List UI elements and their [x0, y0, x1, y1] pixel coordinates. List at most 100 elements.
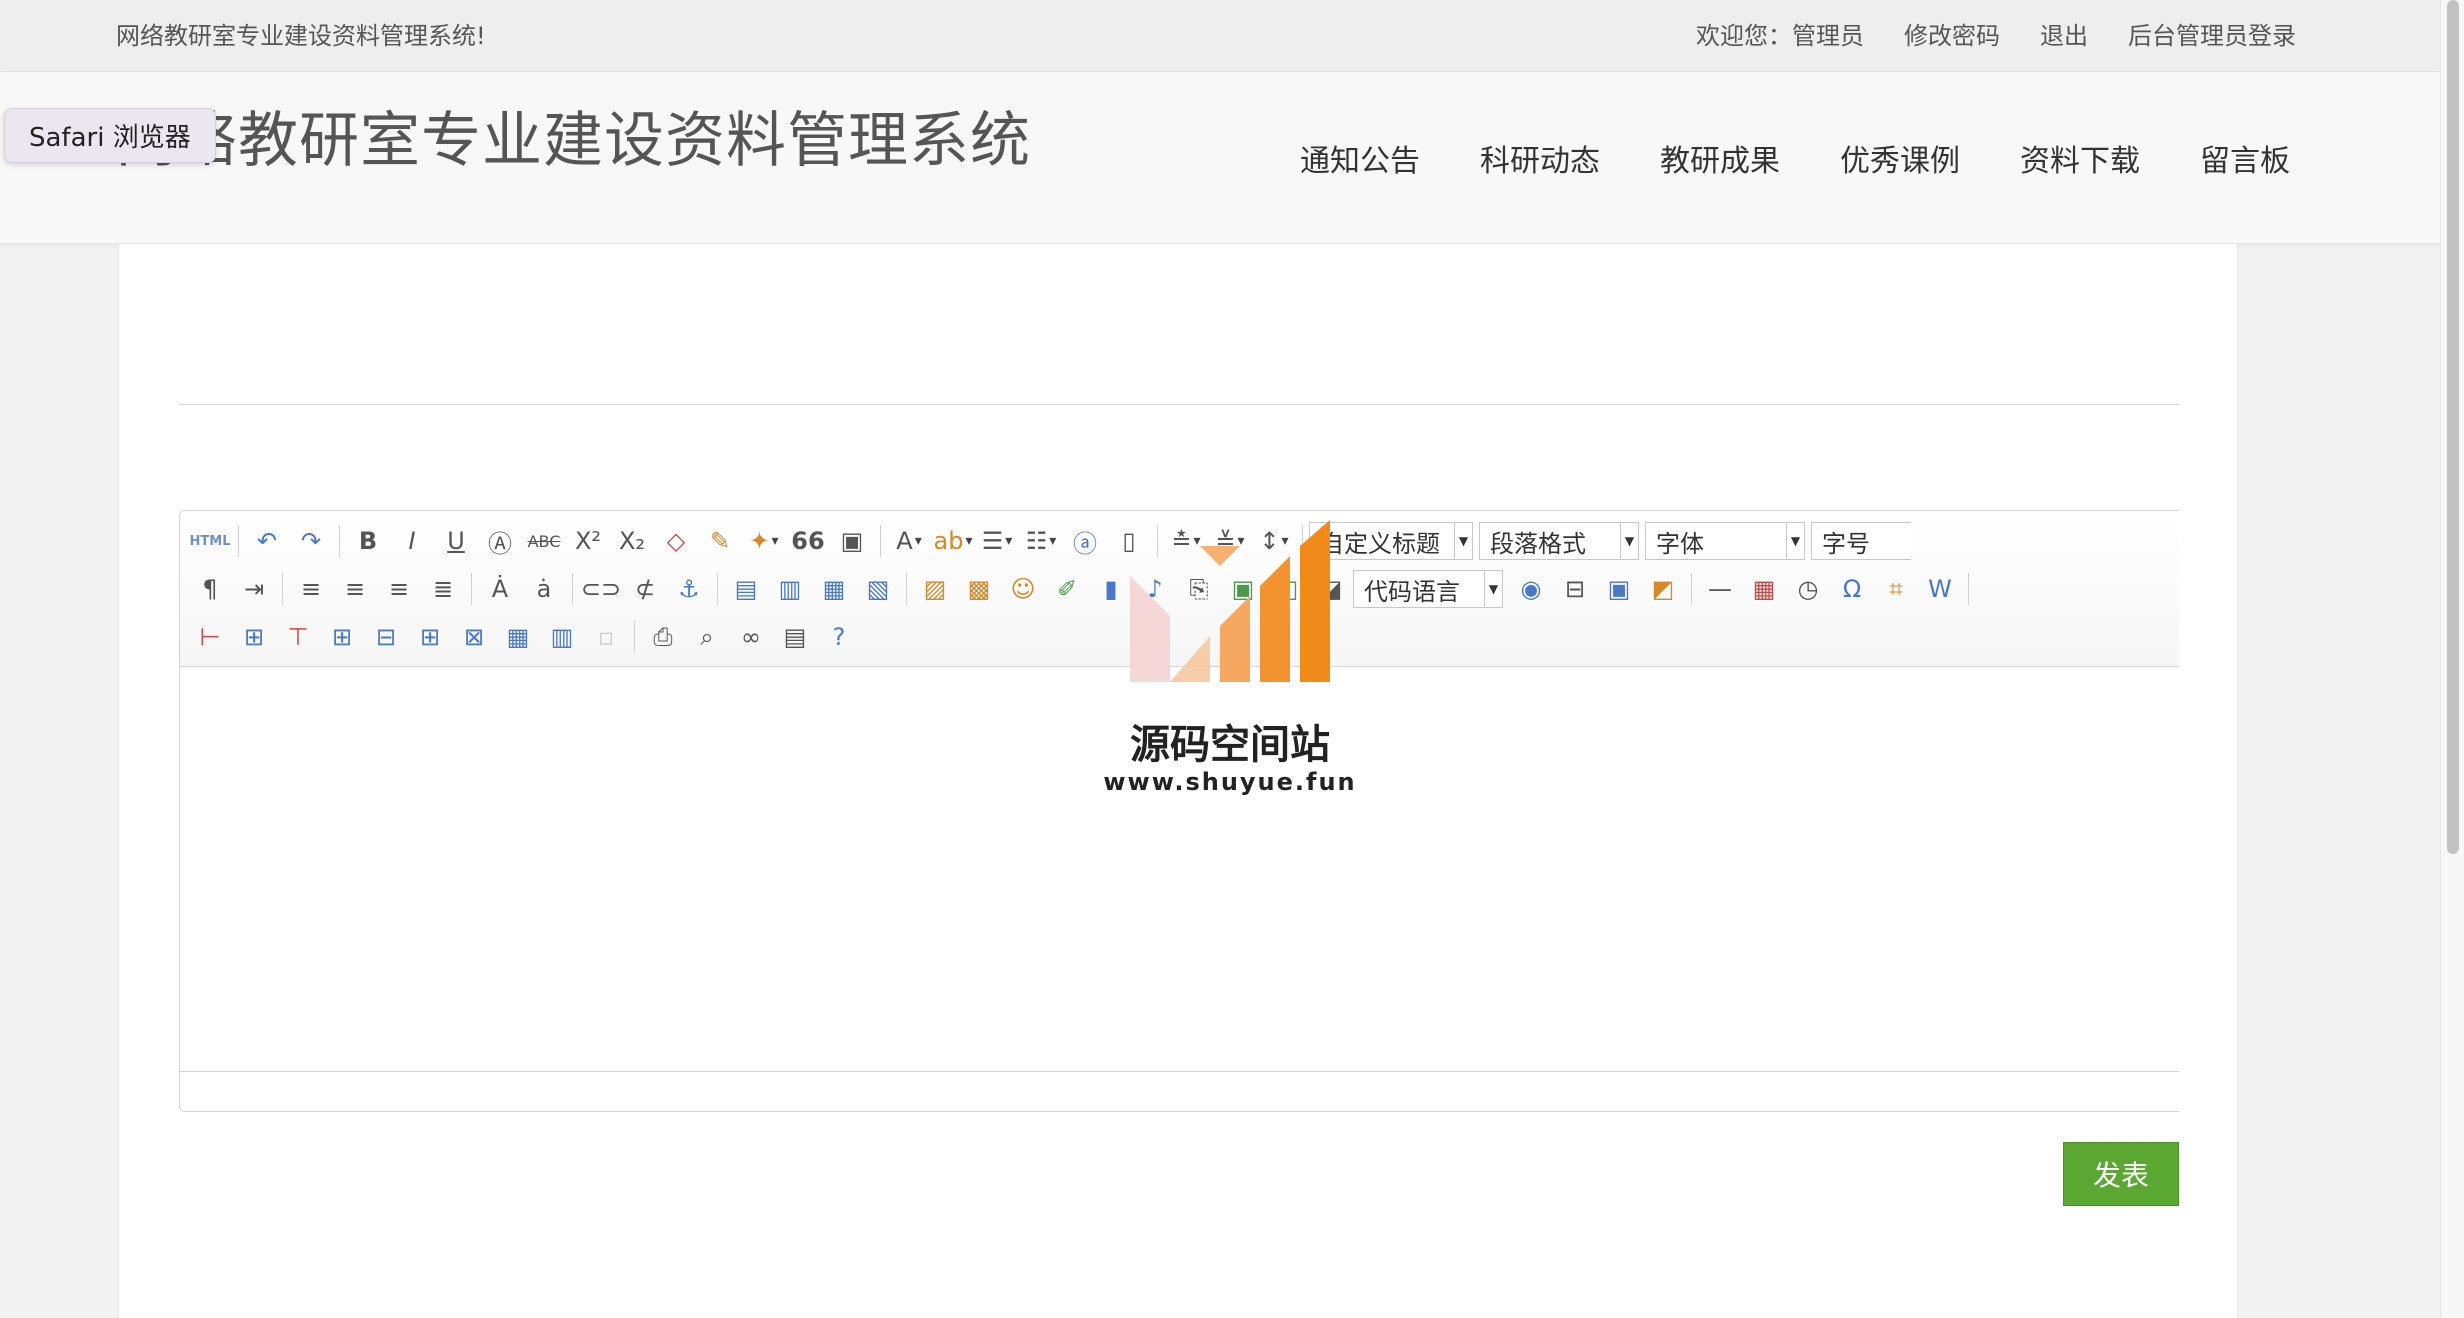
superscript-icon[interactable]: X² [566, 521, 610, 561]
image-center-icon[interactable]: ▧ [856, 569, 900, 609]
toolbar-separator [717, 573, 718, 605]
change-password-link[interactable]: 修改密码 [1904, 16, 2000, 51]
welcome-user-link[interactable]: 欢迎您：管理员 [1696, 16, 1864, 51]
nav-item-teaching-results[interactable]: 教研成果 [1660, 136, 1780, 180]
font-border-icon[interactable]: Ⓐ [478, 521, 522, 561]
insert-video-icon[interactable]: ▮ [1089, 569, 1133, 609]
paragraph-format-select[interactable]: 段落格式 ▼ [1479, 522, 1639, 560]
image-none-icon[interactable]: ▤ [724, 569, 768, 609]
row-spacing-top-icon[interactable]: ≛ [1164, 521, 1208, 561]
row-spacing-bottom-icon[interactable]: ≚ [1208, 521, 1252, 561]
print-icon[interactable]: ⎙ [641, 617, 685, 657]
background-color-icon[interactable]: ab [931, 521, 975, 561]
html-source-button[interactable]: HTML [188, 521, 232, 561]
emotion-icon[interactable]: ☺ [1001, 569, 1045, 609]
delete-table-icon[interactable]: ⊞ [232, 617, 276, 657]
image-right-icon[interactable]: ▦ [812, 569, 856, 609]
background-icon[interactable]: ◩ [1641, 569, 1685, 609]
unordered-list-icon[interactable]: ☷ [1019, 521, 1063, 561]
nav-item-excellent-lessons[interactable]: 优秀课例 [1840, 136, 1960, 180]
scrawl-icon[interactable]: ✐ [1045, 569, 1089, 609]
align-left-icon[interactable]: ≡ [289, 569, 333, 609]
ordered-list-icon[interactable]: ☰ [975, 521, 1019, 561]
simple-upload-icon[interactable]: ▨ [913, 569, 957, 609]
special-chars-icon[interactable]: Ω [1830, 569, 1874, 609]
nav-item-research-news[interactable]: 科研动态 [1480, 136, 1600, 180]
template-icon[interactable]: ▣ [1597, 569, 1641, 609]
gmap-icon[interactable]: ◫ [1265, 569, 1309, 609]
auto-format-icon[interactable]: ✦ [742, 521, 786, 561]
insert-image-icon[interactable]: ▩ [957, 569, 1001, 609]
delete-row-icon[interactable]: ⊟ [364, 617, 408, 657]
subscript-icon[interactable]: X₂ [610, 521, 654, 561]
custom-heading-select[interactable]: 自定义标题 ▼ [1309, 522, 1473, 560]
insert-col-icon[interactable]: ⊞ [408, 617, 452, 657]
help-icon[interactable]: ? [817, 617, 861, 657]
scrollbar-thumb[interactable] [2447, 0, 2459, 854]
clear-doc-icon[interactable]: ▯ [1107, 521, 1151, 561]
drafts-icon[interactable]: ▤ [773, 617, 817, 657]
date-icon[interactable]: ▦ [1742, 569, 1786, 609]
undo-icon[interactable]: ↶ [245, 521, 289, 561]
admin-login-link[interactable]: 后台管理员登录 [2128, 16, 2296, 51]
horizontal-rule-icon[interactable]: — [1698, 569, 1742, 609]
image-left-icon[interactable]: ▥ [768, 569, 812, 609]
lowercase-icon[interactable]: ȧ [522, 569, 566, 609]
paste-plain-icon[interactable]: ▣ [830, 521, 874, 561]
editor-toolbar: HTML ↶ ↷ B I U Ⓐ ABC X² X₂ ◇ ✎ ✦ 66 ▣ A … [180, 511, 2179, 667]
italic-button[interactable]: I [390, 521, 434, 561]
nav-item-notices[interactable]: 通知公告 [1300, 136, 1420, 180]
nav-item-message-board[interactable]: 留言板 [2200, 136, 2290, 180]
page-scrollbar[interactable] [2440, 0, 2464, 1318]
search-replace-icon[interactable]: ∞ [729, 617, 773, 657]
eraser-icon[interactable]: ◇ [654, 521, 698, 561]
snapscreen-icon[interactable]: ⌗ [1874, 569, 1918, 609]
merge-right-icon[interactable]: ▥ [540, 617, 584, 657]
toolbar-row-3: ⊢ ⊞ ⊤ ⊞ ⊟ ⊞ ⊠ ▦ ▥ ▫ ⎙ ⌕ ∞ ▤ ? [188, 615, 861, 659]
anchor-icon[interactable]: ⚓ [667, 569, 711, 609]
split-cells-icon[interactable]: ▫ [584, 617, 628, 657]
font-size-select[interactable]: 字号 [1811, 522, 1911, 560]
font-family-select[interactable]: 字体 ▼ [1645, 522, 1805, 560]
indent-icon[interactable]: ⇥ [232, 569, 276, 609]
blockquote-icon[interactable]: 66 [786, 521, 830, 561]
nav-item-downloads[interactable]: 资料下载 [2020, 136, 2140, 180]
unlink-icon[interactable]: ⊄ [623, 569, 667, 609]
insert-row-icon[interactable]: ⊞ [320, 617, 364, 657]
time-icon[interactable]: ◷ [1786, 569, 1830, 609]
strikethrough-icon[interactable]: ABC [522, 521, 566, 561]
insert-paragraph-before-table-icon[interactable]: ⊤ [276, 617, 320, 657]
editor-content-area[interactable] [180, 667, 2179, 1067]
toolbar-separator [634, 621, 635, 653]
word-image-icon[interactable]: W [1918, 569, 1962, 609]
align-justify-icon[interactable]: ≣ [421, 569, 465, 609]
font-color-icon[interactable]: A [887, 521, 931, 561]
underline-button[interactable]: U [434, 521, 478, 561]
insert-frame-icon[interactable]: ◪ [1309, 569, 1353, 609]
select-all-icon[interactable]: ⓐ [1063, 521, 1107, 561]
code-language-select[interactable]: 代码语言 ▼ [1353, 570, 1503, 608]
redo-icon[interactable]: ↷ [289, 521, 333, 561]
rich-text-editor[interactable]: HTML ↶ ↷ B I U Ⓐ ABC X² X₂ ◇ ✎ ✦ 66 ▣ A … [179, 510, 2179, 1112]
web-app-icon[interactable]: ◉ [1509, 569, 1553, 609]
preview-icon[interactable]: ⌕ [685, 617, 729, 657]
submit-button[interactable]: 发表 [2063, 1142, 2179, 1206]
delete-col-icon[interactable]: ⊠ [452, 617, 496, 657]
merge-cells-icon[interactable]: ▦ [496, 617, 540, 657]
format-brush-icon[interactable]: ✎ [698, 521, 742, 561]
music-icon[interactable]: ♪ [1133, 569, 1177, 609]
insert-table-icon[interactable]: ⊢ [188, 617, 232, 657]
toolbar-row-1: HTML ↶ ↷ B I U Ⓐ ABC X² X₂ ◇ ✎ ✦ 66 ▣ A … [188, 519, 1917, 563]
attachment-icon[interactable]: ⎘ [1177, 569, 1221, 609]
site-title[interactable]: 网络教研室专业建设资料管理系统 [116, 92, 1031, 179]
align-center-icon[interactable]: ≡ [333, 569, 377, 609]
direction-ltr-icon[interactable]: ¶ [188, 569, 232, 609]
logout-link[interactable]: 退出 [2040, 16, 2088, 51]
map-icon[interactable]: ▣ [1221, 569, 1265, 609]
uppercase-icon[interactable]: Ȧ [478, 569, 522, 609]
bold-button[interactable]: B [346, 521, 390, 561]
link-icon[interactable]: ⊂⊃ [579, 569, 623, 609]
line-height-icon[interactable]: ↕ [1252, 521, 1296, 561]
page-break-icon[interactable]: ⊟ [1553, 569, 1597, 609]
align-right-icon[interactable]: ≡ [377, 569, 421, 609]
